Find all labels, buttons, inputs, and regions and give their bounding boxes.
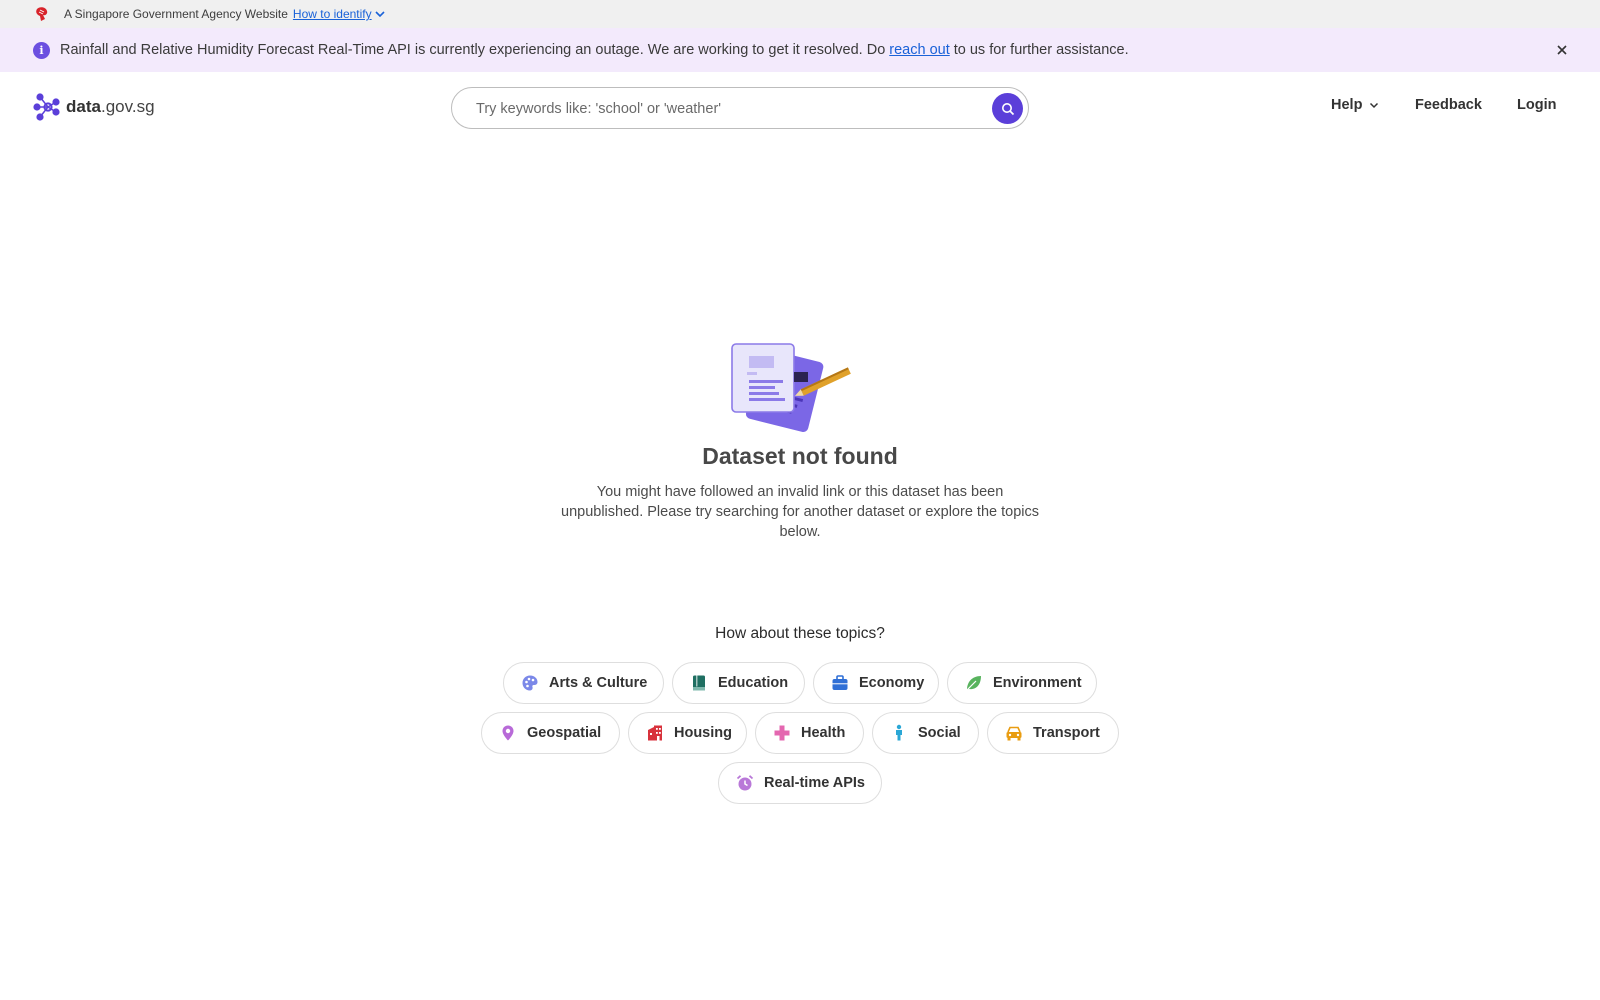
topic-label: Transport xyxy=(1033,725,1100,741)
chevron-down-icon xyxy=(1370,102,1379,108)
logo-icon xyxy=(33,93,60,121)
logo-text-rest: .gov.sg xyxy=(100,97,155,116)
topic-geospatial[interactable]: Geospatial xyxy=(481,712,620,754)
map-pin-icon xyxy=(499,724,517,742)
topic-label: Environment xyxy=(993,675,1082,691)
topic-label: Real-time APIs xyxy=(764,775,865,791)
topic-label: Social xyxy=(918,725,961,741)
health-cross-icon xyxy=(773,724,791,742)
topic-environment[interactable]: Environment xyxy=(947,662,1097,704)
banner-text-after: to us for further assistance. xyxy=(953,42,1129,58)
briefcase-icon xyxy=(831,674,849,692)
car-icon xyxy=(1005,724,1023,742)
topic-economy[interactable]: Economy xyxy=(813,662,939,704)
nav-help-label[interactable]: Help xyxy=(1331,97,1362,113)
person-icon xyxy=(890,724,908,742)
site-logo[interactable]: data .gov.sg xyxy=(32,92,155,122)
not-found-description: You might have followed an invalid link … xyxy=(561,484,1039,540)
nav-login[interactable]: Login xyxy=(1517,97,1556,113)
topic-housing[interactable]: Housing xyxy=(628,712,747,754)
leaf-icon xyxy=(965,674,983,692)
topics-heading: How about these topics? xyxy=(715,625,885,642)
topic-social[interactable]: Social xyxy=(872,712,979,754)
nav-help[interactable]: Help xyxy=(1331,97,1379,113)
site-header: data.gov.sg Help Feedback Login xyxy=(0,72,1600,142)
topic-arts-culture[interactable]: Arts & Culture xyxy=(503,662,664,704)
gov-masthead: A Singapore Government Agency Website Ho… xyxy=(0,0,1600,28)
search-bar[interactable] xyxy=(451,87,1029,129)
nav-feedback[interactable]: Feedback xyxy=(1415,97,1482,113)
topic-label: Health xyxy=(801,725,846,741)
banner-text-before: Rainfall and Relative Humidity Forecast … xyxy=(60,42,886,58)
topic-label: Geospatial xyxy=(527,725,602,741)
page-title: Dataset not found xyxy=(702,443,898,469)
masthead-text: A Singapore Government Agency Website xyxy=(64,7,288,21)
chevron-down-icon xyxy=(375,11,385,18)
close-icon[interactable] xyxy=(1553,41,1571,59)
topic-transport[interactable]: Transport xyxy=(987,712,1119,754)
reach-out-link[interactable]: reach out xyxy=(889,42,949,58)
book-icon xyxy=(690,674,708,692)
search-button[interactable] xyxy=(992,93,1023,124)
topic-education[interactable]: Education xyxy=(672,662,805,704)
palette-icon xyxy=(521,674,539,692)
document-pencil-illustration xyxy=(731,343,851,432)
topic-health[interactable]: Health xyxy=(755,712,864,754)
search-input[interactable] xyxy=(476,98,976,120)
alarm-clock-icon xyxy=(736,774,754,792)
search-icon xyxy=(1001,102,1014,115)
singapore-lion-icon xyxy=(36,7,48,21)
info-icon: i xyxy=(33,41,50,59)
how-to-identify-link[interactable]: How to identify xyxy=(293,7,385,21)
topic-label: Education xyxy=(718,675,789,691)
building-icon xyxy=(646,724,664,742)
topic-label: Arts & Culture xyxy=(549,675,648,691)
how-to-identify-label[interactable]: How to identify xyxy=(293,7,372,21)
outage-banner: i Rainfall and Relative Humidity Forecas… xyxy=(0,28,1600,72)
logo-text-bold: data xyxy=(66,97,101,116)
topic-label: Housing xyxy=(674,725,732,741)
topic-real-time-apis[interactable]: Real-time APIs xyxy=(718,762,882,804)
topic-label: Economy xyxy=(859,675,925,691)
